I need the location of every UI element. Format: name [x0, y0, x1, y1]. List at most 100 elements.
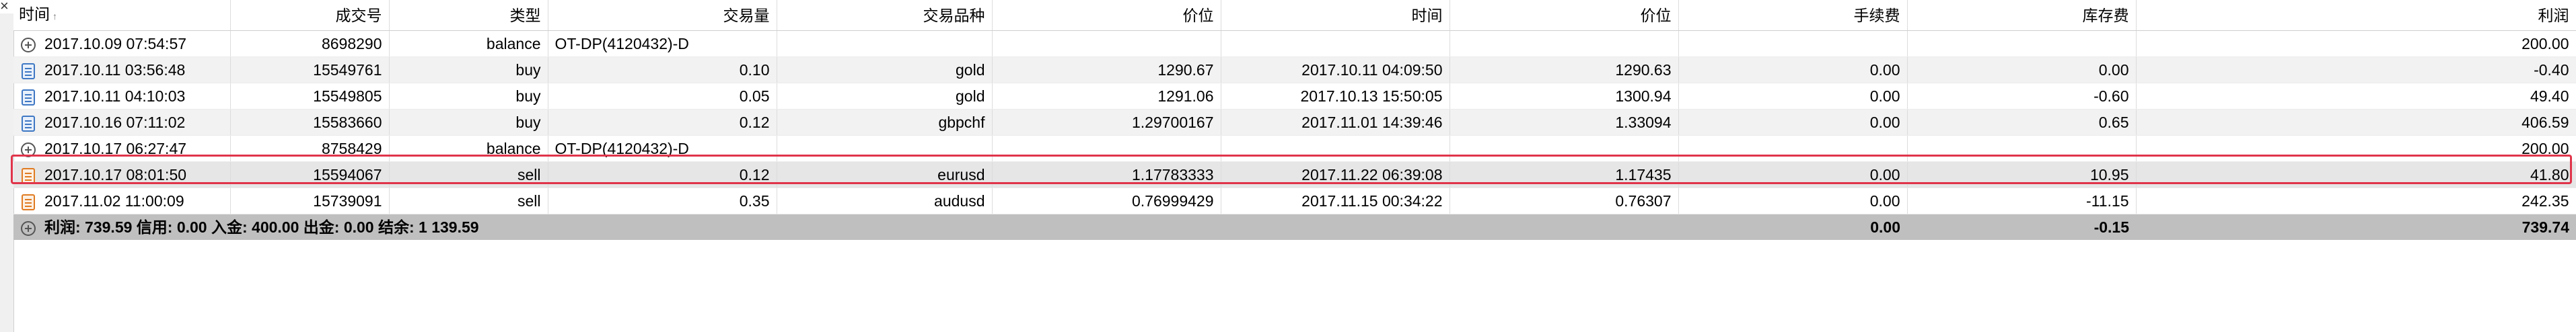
cell-type: balance [389, 135, 548, 162]
sort-up-icon: ↑ [52, 11, 57, 22]
cell-volume: 0.12 [548, 161, 777, 188]
cell-time: 2017.10.11 03:56:48 [44, 61, 186, 79]
column-header-price[interactable]: 价位 [992, 0, 1221, 31]
cell-type: buy [389, 83, 548, 110]
cell-commission: 0.00 [1678, 188, 1908, 214]
cell-close-time: 2017.11.22 06:39:08 [1221, 161, 1450, 188]
cell-ticket: 8758429 [230, 135, 390, 162]
cell-close-time: 2017.10.11 04:09:50 [1221, 56, 1450, 83]
cell-ticket: 15583660 [230, 109, 390, 136]
cell-symbol: gold [777, 56, 993, 83]
table-row[interactable]: 2017.10.11 03:56:48 15549761 buy 0.10 go… [13, 56, 2576, 83]
cell-profit: 406.59 [2136, 109, 2576, 136]
summary-text: 利润: 739.59 信用: 0.00 入金: 400.00 出金: 0.00 … [44, 218, 479, 236]
history-table: 时间 ↑ 成交号 类型 交易量 交易品种 价位 时间 价位 手续费 库存费 利润 … [13, 0, 2576, 240]
cell-close-time [1221, 135, 1450, 162]
summary-swap: -0.15 [1907, 214, 2136, 240]
cell-price: 0.76999429 [992, 188, 1221, 214]
column-header-symbol[interactable]: 交易品种 [777, 0, 993, 31]
cell-type: balance [389, 30, 548, 57]
cell-price [992, 30, 1221, 57]
cell-commission: 0.00 [1678, 83, 1908, 110]
plus-icon[interactable] [21, 37, 36, 52]
deal-doc-icon [22, 89, 35, 106]
cell-symbol [777, 30, 993, 57]
cell-swap [1907, 135, 2137, 162]
column-header-time[interactable]: 时间 ↑ [13, 0, 231, 31]
cell-time: 2017.10.09 07:54:57 [44, 35, 187, 52]
column-header-ticket[interactable]: 成交号 [230, 0, 390, 31]
table-row[interactable]: 2017.11.02 11:00:09 15739091 sell 0.35 a… [13, 188, 2576, 214]
cell-close-time [1221, 30, 1450, 57]
cell-close-time: 2017.10.13 15:50:05 [1221, 83, 1450, 110]
summary-row[interactable]: 利润: 739.59 信用: 0.00 入金: 400.00 出金: 0.00 … [13, 214, 2576, 240]
cell-close-price [1450, 30, 1679, 57]
cell-time: 2017.10.16 07:11:02 [44, 114, 186, 131]
cell-type: sell [389, 161, 548, 188]
cell-volume: OT-DP(4120432)-D [548, 135, 777, 162]
cell-commission [1678, 30, 1908, 57]
table-row[interactable]: 2017.10.09 07:54:57 8698290 balance OT-D… [13, 30, 2576, 57]
cell-close-price: 0.76307 [1450, 188, 1679, 214]
cell-volume: 0.12 [548, 109, 777, 136]
cell-close-price: 1290.63 [1450, 56, 1679, 83]
cell-close-time: 2017.11.01 14:39:46 [1221, 109, 1450, 136]
cell-price: 1.29700167 [992, 109, 1221, 136]
cell-swap: 10.95 [1907, 161, 2137, 188]
plus-icon[interactable] [21, 220, 36, 236]
cell-price: 1.17783333 [992, 161, 1221, 188]
cell-close-price: 1.17435 [1450, 161, 1679, 188]
panel-side-rail [0, 13, 14, 332]
plus-icon[interactable] [21, 142, 36, 157]
column-header-volume[interactable]: 交易量 [548, 0, 777, 31]
cell-commission: 0.00 [1678, 161, 1908, 188]
cell-ticket: 15549761 [230, 56, 390, 83]
column-header-commission[interactable]: 手续费 [1678, 0, 1908, 31]
cell-swap: -0.60 [1907, 83, 2137, 110]
deal-doc-icon [22, 63, 35, 79]
cell-swap: -11.15 [1907, 188, 2137, 214]
cell-swap: 0.00 [1907, 56, 2137, 83]
cell-time: 2017.10.11 04:10:03 [44, 87, 186, 105]
cell-time: 2017.10.17 06:27:47 [44, 140, 187, 157]
summary-profit: 739.74 [2136, 214, 2576, 240]
cell-price: 1290.67 [992, 56, 1221, 83]
table-row[interactable]: 2017.10.11 04:10:03 15549805 buy 0.05 go… [13, 83, 2576, 110]
table-row[interactable]: 2017.10.16 07:11:02 15583660 buy 0.12 gb… [13, 109, 2576, 136]
cell-symbol [777, 135, 993, 162]
cell-profit: 242.35 [2136, 188, 2576, 214]
cell-type: sell [389, 188, 548, 214]
cell-swap: 0.65 [1907, 109, 2137, 136]
cell-symbol: audusd [777, 188, 993, 214]
close-icon[interactable]: × [0, 0, 12, 13]
cell-symbol: eurusd [777, 161, 993, 188]
column-header-close-time[interactable]: 时间 [1221, 0, 1450, 31]
cell-commission: 0.00 [1678, 109, 1908, 136]
table-row-selected[interactable]: 2017.10.17 08:01:50 15594067 sell 0.12 e… [13, 161, 2576, 188]
cell-profit: 49.40 [2136, 83, 2576, 110]
cell-profit: -0.40 [2136, 56, 2576, 83]
cell-type: buy [389, 109, 548, 136]
cell-close-time: 2017.11.15 00:34:22 [1221, 188, 1450, 214]
cell-commission [1678, 135, 1908, 162]
cell-volume: OT-DP(4120432)-D [548, 30, 777, 57]
cell-profit: 200.00 [2136, 30, 2576, 57]
table-row[interactable]: 2017.10.17 06:27:47 8758429 balance OT-D… [13, 135, 2576, 162]
cell-close-price: 1.33094 [1450, 109, 1679, 136]
cell-swap [1907, 30, 2137, 57]
column-header-close-price[interactable]: 价位 [1450, 0, 1679, 31]
sell-doc-icon [22, 167, 35, 184]
cell-type: buy [389, 56, 548, 83]
cell-close-price: 1300.94 [1450, 83, 1679, 110]
cell-price: 1291.06 [992, 83, 1221, 110]
column-header-swap[interactable]: 库存费 [1907, 0, 2137, 31]
header-row: 时间 ↑ 成交号 类型 交易量 交易品种 价位 时间 价位 手续费 库存费 利润 [13, 0, 2576, 31]
cell-volume: 0.10 [548, 56, 777, 83]
cell-profit: 41.80 [2136, 161, 2576, 188]
cell-ticket: 15549805 [230, 83, 390, 110]
column-header-type[interactable]: 类型 [389, 0, 548, 31]
column-header-profit[interactable]: 利润 [2136, 0, 2576, 31]
cell-time: 2017.10.17 08:01:50 [44, 166, 187, 183]
deal-doc-icon [22, 115, 35, 132]
cell-symbol: gold [777, 83, 993, 110]
